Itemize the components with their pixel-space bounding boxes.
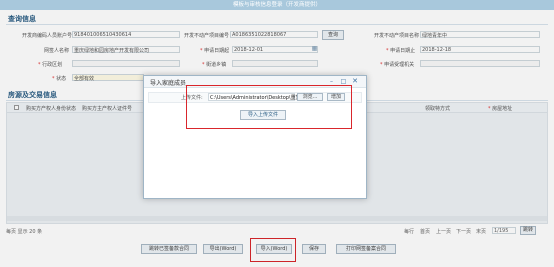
- maximize-icon[interactable]: □: [340, 78, 347, 85]
- window-title: 模板与审核信息登录（开发商提供）: [0, 0, 554, 10]
- close-icon[interactable]: ✕: [351, 77, 359, 85]
- dialog-title: 导入家庭成员: [150, 80, 187, 87]
- minimize-icon[interactable]: –: [328, 78, 335, 85]
- dialog-highlight-box: [186, 85, 352, 129]
